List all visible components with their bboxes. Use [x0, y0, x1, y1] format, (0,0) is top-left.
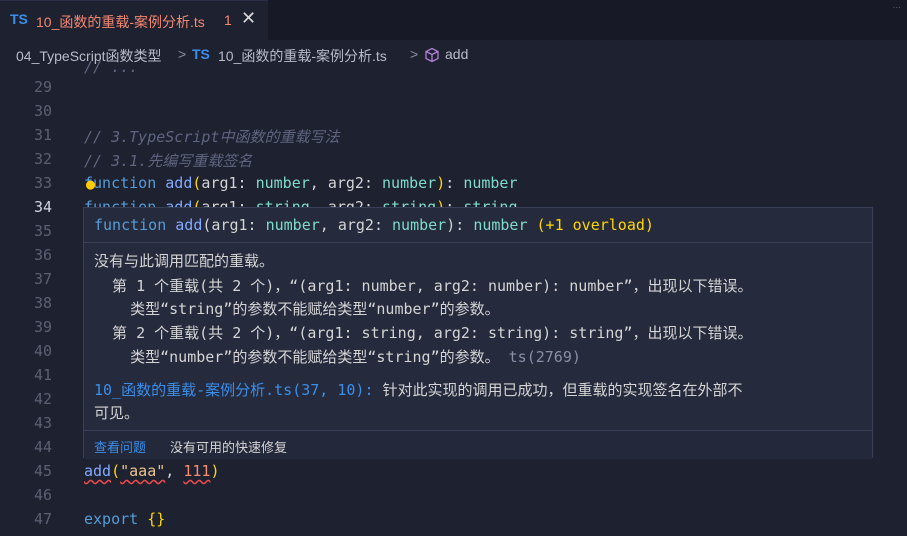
line-number: 32: [33, 150, 52, 168]
line-number: 38: [33, 294, 52, 312]
related-info-cont: 可见。: [94, 404, 140, 422]
chevron-right-icon: >: [410, 46, 419, 62]
line-number: 39: [33, 318, 52, 336]
typescript-icon: TS: [10, 11, 28, 27]
tab-bar: TS 10_函数的重载-案例分析.ts 1 ✕ ...: [0, 0, 907, 40]
code-line-33: function add(arg1: number, arg2: number)…: [84, 174, 518, 192]
method-cube-icon: [425, 47, 439, 63]
error-message: 类型“string”的参数不能赋给类型“number”的参数。: [94, 300, 500, 318]
related-location-link[interactable]: 10_函数的重载-案例分析.ts(37, 10):: [94, 381, 374, 399]
typescript-icon: TS: [192, 46, 210, 62]
problem-count-badge: 1: [224, 12, 232, 28]
view-problem-link[interactable]: 查看问题: [94, 437, 146, 456]
tab-title[interactable]: 10_函数的重载-案例分析.ts: [36, 12, 205, 32]
line-number: 47: [33, 510, 52, 528]
line-number: 41: [33, 366, 52, 384]
no-quick-fix-label: 没有可用的快速修复: [170, 440, 288, 455]
line-number: 33: [33, 174, 52, 192]
error-message: 没有与此调用匹配的重载。: [94, 252, 275, 270]
hover-tooltip: function add(arg1: number, arg2: number)…: [83, 207, 873, 459]
breadcrumb-symbol[interactable]: add: [445, 46, 468, 62]
line-number: 31: [33, 126, 52, 144]
line-number: 42: [33, 390, 52, 408]
line-number: 40: [33, 342, 52, 360]
tab-active-file[interactable]: TS 10_函数的重载-案例分析.ts 1 ✕: [0, 0, 268, 40]
code-line-45: add("aaa", 111): [84, 462, 220, 480]
line-number: 37: [33, 270, 52, 288]
hover-actions: 查看问题 没有可用的快速修复: [84, 430, 872, 459]
code-line-28: // ...: [84, 58, 139, 76]
error-message: 第 2 个重载(共 2 个)，“(arg1: string, arg2: str…: [94, 324, 753, 342]
window-title-fragment: ...: [892, 0, 901, 11]
line-number: 44: [33, 438, 52, 456]
error-message: 类型“number”的参数不能赋给类型“string”的参数。 ts(2769): [94, 348, 581, 366]
code-comment: // 3.1.先编写重载签名: [84, 152, 253, 170]
line-number: 29: [33, 78, 52, 96]
close-icon[interactable]: ✕: [241, 8, 256, 29]
divider: [84, 242, 872, 243]
line-number: 43: [33, 414, 52, 432]
hover-signature: function add(arg1: number, arg2: number)…: [94, 216, 654, 234]
lightbulb-icon[interactable]: ●: [86, 175, 95, 193]
line-number: 35: [33, 222, 52, 240]
breadcrumb-file[interactable]: 10_函数的重载-案例分析.ts: [218, 46, 387, 66]
chevron-right-icon: >: [178, 46, 187, 62]
line-number-current: 34: [33, 198, 52, 216]
code-comment: // 3.TypeScript中函数的重载写法: [84, 128, 340, 146]
line-number: 30: [33, 102, 52, 120]
code-line-47: export {}: [84, 510, 166, 528]
line-number: 46: [33, 486, 52, 504]
line-number: 36: [33, 246, 52, 264]
error-message: 第 1 个重载(共 2 个)，“(arg1: number, arg2: num…: [94, 277, 753, 295]
related-info: 10_函数的重载-案例分析.ts(37, 10): 针对此实现的调用已成功，但重…: [94, 381, 743, 399]
line-number: 45: [33, 462, 52, 480]
